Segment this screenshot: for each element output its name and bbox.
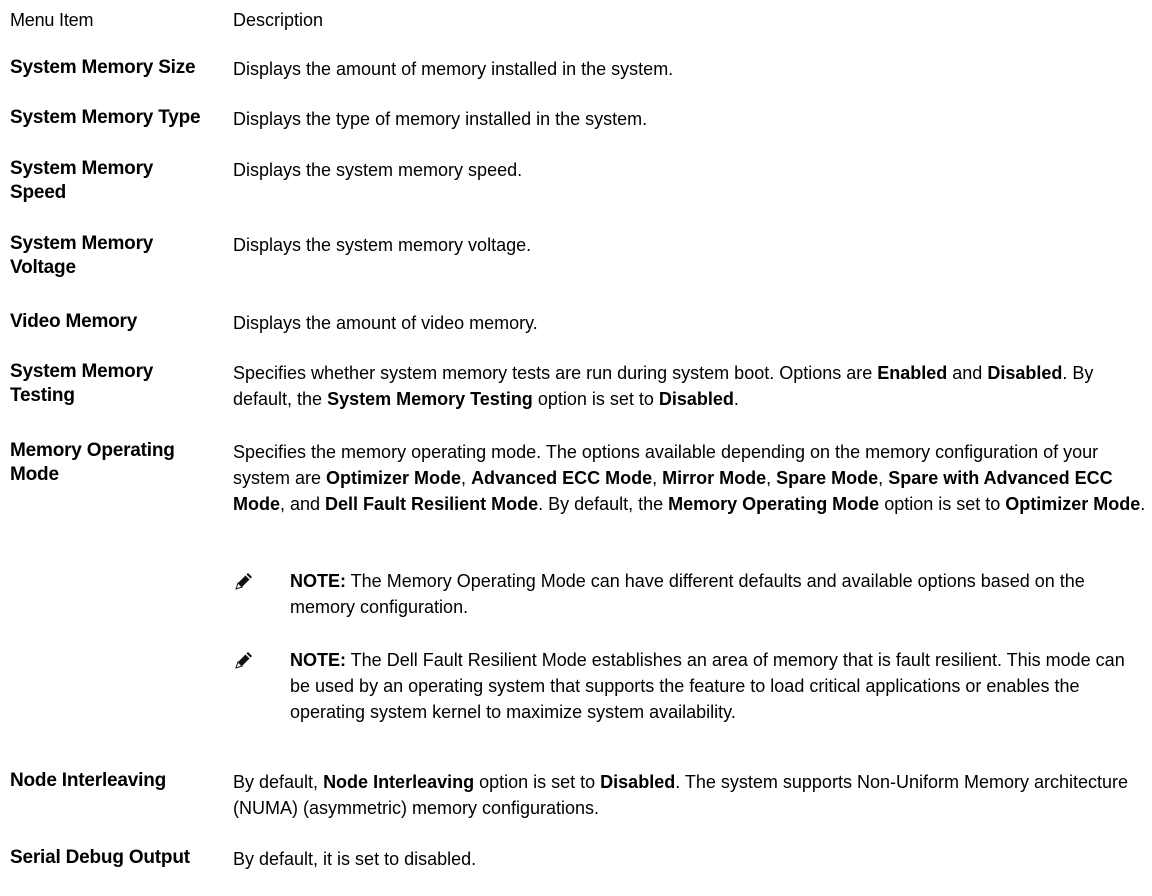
- menu-item-name: System Memory Testing: [10, 361, 154, 406]
- text-run: Displays the amount of memory installed …: [233, 59, 674, 79]
- emphasized-text: Enabled: [877, 363, 948, 383]
- text-run: and: [947, 363, 988, 383]
- text-run: option is set to: [474, 772, 601, 792]
- menu-item-description: Displays the amount of memory installed …: [233, 56, 1148, 82]
- text-run: .: [733, 389, 739, 409]
- header-menu-item: Menu Item: [10, 10, 94, 30]
- note-body: The Memory Operating Mode can have diffe…: [290, 571, 1085, 617]
- text-run: Displays the type of memory installed in…: [233, 109, 648, 129]
- emphasized-text: Advanced ECC Mode: [471, 468, 653, 488]
- emphasized-text: Spare Mode: [776, 468, 879, 488]
- menu-item-name: Video Memory: [10, 311, 138, 332]
- note-label: NOTE:: [290, 650, 346, 670]
- text-run: Displays the amount of video memory.: [233, 313, 538, 333]
- text-run: . By default, the: [538, 494, 669, 514]
- emphasized-text: Disabled: [600, 772, 676, 792]
- text-run: Specifies whether system memory tests ar…: [233, 363, 878, 383]
- text-run: Displays the system memory speed.: [233, 160, 523, 180]
- text-run: option is set to: [532, 389, 659, 409]
- text-run: ,: [766, 468, 777, 488]
- header-description: Description: [233, 10, 324, 30]
- emphasized-text: Disabled: [987, 363, 1063, 383]
- emphasized-text: System Memory Testing: [327, 389, 533, 409]
- menu-item-name: Serial Debug Output: [10, 847, 190, 868]
- menu-item-description: Specifies whether system memory tests ar…: [233, 360, 1148, 412]
- menu-item-name: Node Interleaving: [10, 770, 167, 791]
- menu-item-description: Displays the amount of video memory.: [233, 310, 1148, 336]
- text-run: option is set to: [879, 494, 1006, 514]
- bios-memory-settings-table: Menu Item Description System Memory Size…: [0, 0, 1152, 896]
- note-pencil-icon: [235, 573, 252, 590]
- menu-item-name: System Memory Speed: [10, 158, 154, 203]
- emphasized-text: Mirror Mode: [662, 468, 767, 488]
- menu-item-name: System Memory Voltage: [10, 233, 154, 278]
- note-text: NOTE: The Memory Operating Mode can have…: [290, 568, 1145, 620]
- text-run: Displays the system memory voltage.: [233, 235, 532, 255]
- menu-item-description: Displays the system memory voltage.: [233, 232, 1148, 258]
- note-text: NOTE: The Dell Fault Resilient Mode esta…: [290, 647, 1145, 725]
- emphasized-text: Disabled: [658, 389, 734, 409]
- emphasized-text: Node Interleaving: [323, 772, 475, 792]
- text-run: ,: [652, 468, 663, 488]
- note-label: NOTE:: [290, 571, 346, 591]
- text-run: By default,: [233, 772, 324, 792]
- emphasized-text: Dell Fault Resilient Mode: [325, 494, 539, 514]
- menu-item-description: Specifies the memory operating mode. The…: [233, 439, 1148, 517]
- text-run: , and: [280, 494, 326, 514]
- menu-item-description: By default, it is set to disabled.: [233, 846, 1148, 872]
- menu-item-name: System Memory Type: [10, 107, 201, 128]
- note-body: The Dell Fault Resilient Mode establishe…: [290, 650, 1125, 722]
- text-run: .: [1140, 494, 1146, 514]
- menu-item-name: System Memory Size: [10, 57, 196, 78]
- text-run: By default, it is set to disabled.: [233, 849, 477, 869]
- emphasized-text: Optimizer Mode: [326, 468, 462, 488]
- emphasized-text: Optimizer Mode: [1005, 494, 1141, 514]
- menu-item-description: Displays the system memory speed.: [233, 157, 1148, 183]
- menu-item-description: By default, Node Interleaving option is …: [233, 769, 1148, 821]
- menu-item-description: Displays the type of memory installed in…: [233, 106, 1148, 132]
- text-run: ,: [461, 468, 472, 488]
- text-run: ,: [878, 468, 889, 488]
- note-pencil-icon: [235, 652, 252, 669]
- menu-item-name: Memory Operating Mode: [10, 440, 175, 485]
- emphasized-text: Memory Operating Mode: [668, 494, 880, 514]
